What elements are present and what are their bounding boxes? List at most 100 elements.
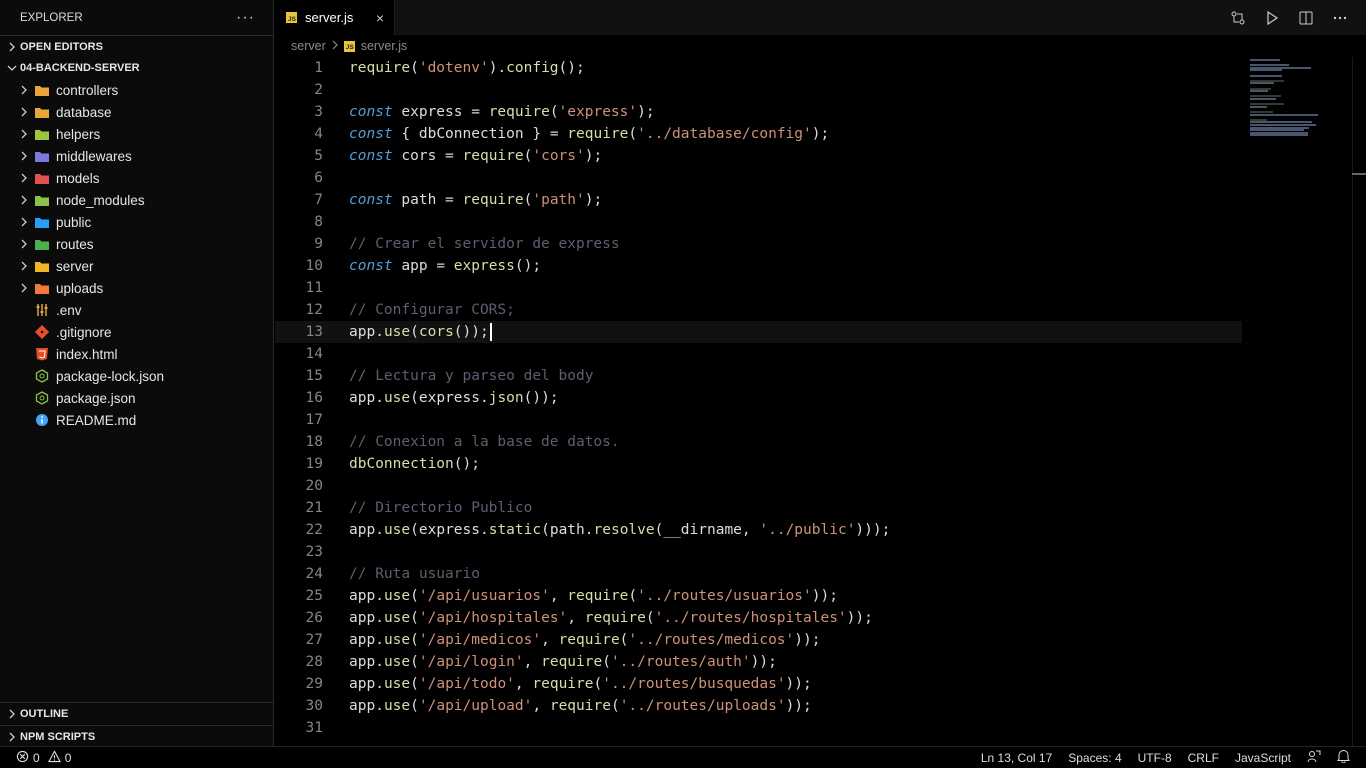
language-mode[interactable]: JavaScript bbox=[1235, 751, 1291, 765]
cursor-position[interactable]: Ln 13, Col 17 bbox=[981, 751, 1052, 765]
code-token: '../routes/uploads' bbox=[619, 698, 786, 714]
folder-item[interactable]: helpers bbox=[0, 123, 273, 145]
line-number: 14 bbox=[305, 346, 323, 362]
close-tab-icon[interactable]: × bbox=[376, 10, 384, 26]
code-text: const express = require('express'); bbox=[349, 101, 655, 123]
breadcrumb-folder[interactable]: server bbox=[291, 39, 326, 53]
code-line: 31 bbox=[275, 717, 1242, 739]
more-actions-icon[interactable]: ··· bbox=[236, 9, 255, 27]
minimap[interactable] bbox=[1250, 57, 1350, 157]
folder-item[interactable]: node_modules bbox=[0, 189, 273, 211]
folder-item[interactable]: public bbox=[0, 211, 273, 233]
code-line: 17 bbox=[275, 409, 1242, 431]
file-item[interactable]: .env bbox=[0, 299, 273, 321]
folder-icon bbox=[34, 280, 50, 296]
code-token: ( bbox=[645, 610, 655, 626]
code-text: app.use(express.json()); bbox=[349, 387, 559, 409]
file-item[interactable]: index.html bbox=[0, 343, 273, 365]
folder-label: controllers bbox=[56, 82, 119, 98]
folder-item[interactable]: middlewares bbox=[0, 145, 273, 167]
file-item[interactable]: README.md bbox=[0, 409, 273, 431]
notifications-bell-icon[interactable] bbox=[1337, 749, 1350, 766]
code-token: path bbox=[392, 192, 446, 208]
folder-item[interactable]: models bbox=[0, 167, 273, 189]
file-label: package.json bbox=[56, 390, 136, 406]
npm-scripts-section[interactable]: NPM SCRIPTS bbox=[0, 725, 274, 747]
more-actions-icon[interactable] bbox=[1330, 8, 1350, 28]
code-token: json bbox=[488, 390, 524, 406]
encoding[interactable]: UTF-8 bbox=[1138, 751, 1172, 765]
tab-server-js[interactable]: JS server.js × bbox=[275, 0, 395, 35]
code-line: 21 // Directorio Publico bbox=[275, 497, 1242, 519]
folder-item[interactable]: server bbox=[0, 255, 273, 277]
code-token: require bbox=[541, 654, 603, 670]
code-token: '/api/hospitales' bbox=[418, 610, 568, 626]
warning-icon bbox=[47, 749, 61, 766]
chevron-down-icon bbox=[4, 63, 20, 73]
end-of-line[interactable]: CRLF bbox=[1188, 751, 1219, 765]
code-token: '../routes/auth' bbox=[610, 654, 751, 670]
code-line: 9 // Crear el servidor de express bbox=[275, 233, 1242, 255]
file-label: README.md bbox=[56, 412, 137, 428]
line-number: 27 bbox=[305, 632, 323, 648]
line-number: 29 bbox=[305, 676, 323, 692]
vertical-scrollbar[interactable] bbox=[1352, 57, 1366, 746]
code-token: const bbox=[349, 104, 393, 120]
code-token: '../routes/busquedas' bbox=[602, 676, 786, 692]
folder-label: helpers bbox=[56, 126, 101, 142]
chevron-right-icon bbox=[4, 709, 20, 719]
code-token: __dirname bbox=[663, 522, 742, 538]
indentation[interactable]: Spaces: 4 bbox=[1068, 751, 1121, 765]
folder-label: uploads bbox=[56, 280, 104, 296]
file-item[interactable]: .gitignore bbox=[0, 321, 273, 343]
code-token: ( bbox=[410, 654, 419, 670]
code-token: use bbox=[383, 324, 411, 340]
sidebar-bottom-sections: OUTLINE NPM SCRIPTS bbox=[0, 702, 274, 747]
feedback-icon[interactable] bbox=[1307, 749, 1321, 766]
folder-item[interactable]: routes bbox=[0, 233, 273, 255]
code-token: require bbox=[532, 676, 594, 692]
folder-label: database bbox=[56, 104, 112, 120]
outline-section[interactable]: OUTLINE bbox=[0, 703, 274, 725]
folder-item[interactable]: database bbox=[0, 101, 273, 123]
code-token: express bbox=[453, 258, 515, 274]
code-token: use bbox=[383, 676, 411, 692]
breadcrumb-file[interactable]: server.js bbox=[361, 39, 408, 53]
code-text: const app = express(); bbox=[349, 255, 541, 277]
code-line: 7 const path = require('path'); bbox=[275, 189, 1242, 211]
code-editor[interactable]: 1 require('dotenv').config(); 2 3 const expr… bbox=[275, 57, 1366, 746]
code-token: 'dotenv' bbox=[418, 60, 489, 76]
code-token: use bbox=[383, 522, 411, 538]
code-token: . bbox=[375, 522, 384, 538]
project-root-label: 04-BACKEND-SERVER bbox=[20, 62, 140, 74]
code-token: static bbox=[488, 522, 542, 538]
code-token: { bbox=[392, 126, 419, 142]
problems-indicator[interactable]: 0 0 bbox=[0, 749, 71, 766]
javascript-file-icon: JS bbox=[286, 12, 297, 23]
file-item[interactable]: package-lock.json bbox=[0, 365, 273, 387]
error-count: 0 bbox=[33, 750, 40, 765]
folder-icon bbox=[34, 126, 50, 142]
folder-label: public bbox=[56, 214, 92, 230]
nodejs-icon bbox=[34, 368, 50, 384]
code-token: app bbox=[349, 632, 376, 648]
code-line: 22 app.use(express.static(path.resolve(__… bbox=[275, 519, 1242, 541]
split-editor-icon[interactable] bbox=[1296, 8, 1316, 28]
code-line: 4 const { dbConnection } = require('../da… bbox=[275, 123, 1242, 145]
folder-item[interactable]: uploads bbox=[0, 277, 273, 299]
file-item[interactable]: package.json bbox=[0, 387, 273, 409]
code-token: )); bbox=[794, 632, 821, 648]
run-icon[interactable] bbox=[1262, 8, 1282, 28]
open-editors-section[interactable]: OPEN EDITORS bbox=[0, 35, 273, 57]
compare-changes-icon[interactable] bbox=[1228, 8, 1248, 28]
folder-item[interactable]: controllers bbox=[0, 79, 273, 101]
project-root-section[interactable]: 04-BACKEND-SERVER bbox=[0, 57, 273, 79]
code-text: // Conexion a la base de datos. bbox=[349, 431, 620, 453]
folder-icon bbox=[34, 214, 50, 230]
code-token: app bbox=[349, 654, 376, 670]
code-text: // Lectura y parseo del body bbox=[349, 365, 593, 387]
code-token: ); bbox=[584, 148, 603, 164]
code-token: } bbox=[523, 126, 550, 142]
code-token: require bbox=[567, 588, 629, 604]
line-number: 17 bbox=[305, 412, 323, 428]
